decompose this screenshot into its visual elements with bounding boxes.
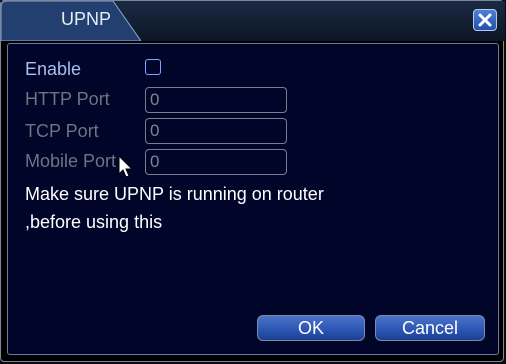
ok-button[interactable]: OK xyxy=(257,315,365,341)
tcp-port-field[interactable]: 0 xyxy=(145,118,287,144)
tcp-port-label: TCP Port xyxy=(25,121,99,141)
upnp-note-line1: Make sure UPNP is running on router xyxy=(25,184,324,204)
enable-checkbox[interactable] xyxy=(145,59,161,75)
upnp-note-line2: ,before using this xyxy=(25,212,163,232)
enable-label: Enable xyxy=(25,59,82,79)
close-button[interactable] xyxy=(473,9,497,31)
cancel-button[interactable]: Cancel xyxy=(375,315,485,341)
http-port-label: HTTP Port xyxy=(25,89,110,109)
mouse-pointer-icon xyxy=(118,155,134,178)
upnp-dialog: UPNP Enable HTTP Port 0 TCP Port 0 Mobil… xyxy=(0,0,505,362)
dialog-title: UPNP xyxy=(61,9,112,29)
mobile-port-field[interactable]: 0 xyxy=(145,149,287,175)
close-icon xyxy=(478,13,492,27)
http-port-field[interactable]: 0 xyxy=(145,87,287,113)
title-bar: UPNP xyxy=(1,1,505,41)
mobile-port-label: Mobile Port xyxy=(25,151,117,171)
